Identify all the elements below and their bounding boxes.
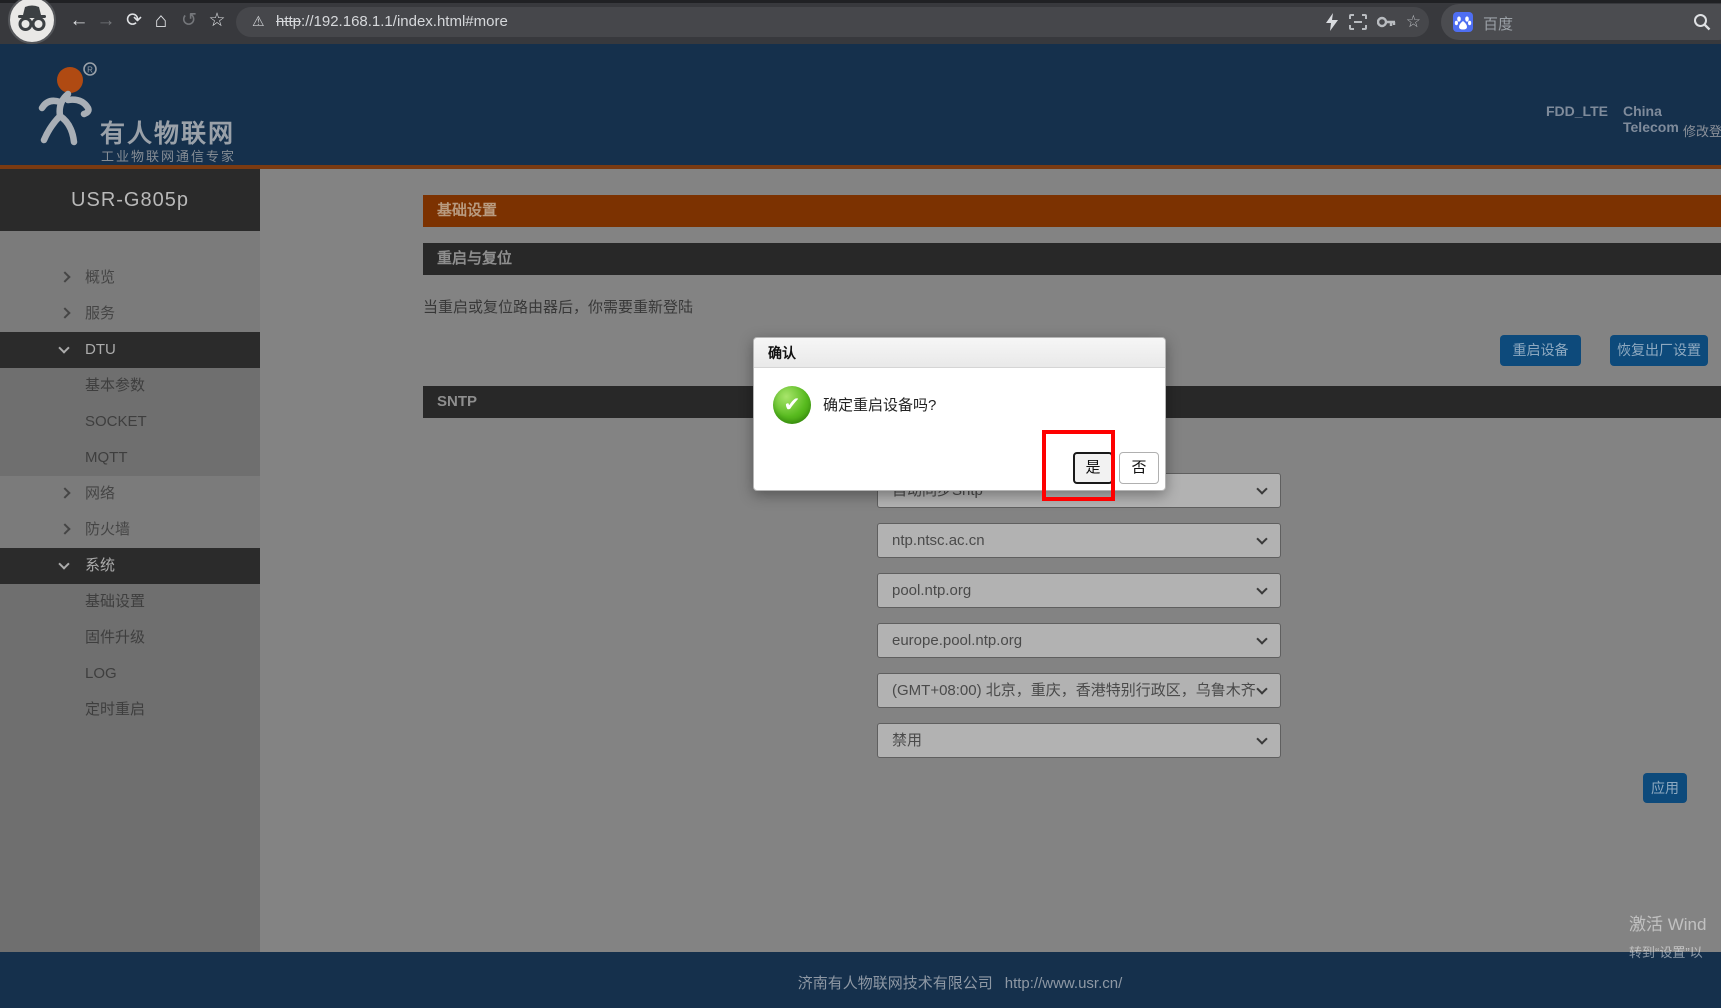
address-bar[interactable]: ⚠ http://192.168.1.1/index.html#more ☆ <box>236 7 1429 37</box>
sidebar-item-firmware-upgrade[interactable]: 固件升级 <box>0 620 260 656</box>
chevron-down-icon <box>1256 733 1268 745</box>
forward-button[interactable]: → <box>93 8 119 34</box>
chevron-right-icon <box>59 523 71 535</box>
history-button[interactable]: ↺ <box>176 8 202 34</box>
sidebar-item-system[interactable]: 系统 <box>0 548 260 584</box>
incognito-icon <box>18 5 46 31</box>
browser-toolbar: ← → ⟳ ⌂ ↺ ☆ ⚠ http://192.168.1.1/index.h… <box>0 0 1721 44</box>
reboot-section-header: 重启与复位 <box>423 243 1721 275</box>
chevron-down-icon <box>58 558 70 570</box>
sntp-server3-select[interactable]: europe.pool.ntp.org <box>877 623 1281 658</box>
footer-website[interactable]: http://www.usr.cn/ <box>1005 975 1123 992</box>
chevron-right-icon <box>59 307 71 319</box>
reboot-device-button[interactable]: 重启设备 <box>1500 335 1581 366</box>
sidebar-item-network[interactable]: 网络 <box>0 476 260 512</box>
search-engine-label: 百度 <box>1483 16 1514 33</box>
chevron-right-icon <box>59 487 71 499</box>
sidebar-item-dtu[interactable]: DTU <box>0 332 260 368</box>
dst-select[interactable]: 禁用 <box>877 723 1281 758</box>
sidebar-item-services[interactable]: 服务 <box>0 296 260 332</box>
footer: 济南有人物联网技术有限公司 http://www.usr.cn/ <box>0 952 1721 1008</box>
sidebar-item-socket[interactable]: SOCKET <box>0 404 260 440</box>
dialog-no-button[interactable]: 否 <box>1119 452 1159 484</box>
lightning-icon[interactable] <box>1325 13 1339 31</box>
chevron-down-icon <box>1256 633 1268 645</box>
brand-name: 有人物联网 <box>100 120 236 148</box>
url-text[interactable]: http://192.168.1.1/index.html#more <box>276 13 508 30</box>
brand-slogan: 工业物联网通信专家 <box>101 149 237 164</box>
sidebar-gap <box>0 231 260 260</box>
baidu-logo-icon <box>1453 12 1473 32</box>
sidebar-nav: USR-G805p 概览 服务 DTU 基本参数 SOCKET MQTT 网络 … <box>0 169 260 952</box>
back-button[interactable]: ← <box>66 8 92 34</box>
factory-reset-button[interactable]: 恢复出厂设置 <box>1610 335 1708 366</box>
field-label: SNTP 服务器1* <box>1645 523 1721 558</box>
network-type-label: FDD_LTE <box>1546 103 1608 119</box>
field-label: 时区 <box>1645 673 1721 708</box>
sidebar-item-firewall[interactable]: 防火墙 <box>0 512 260 548</box>
field-label: SNTP 服务器3* <box>1645 623 1721 658</box>
chevron-down-icon <box>58 342 70 354</box>
chevron-right-icon <box>59 271 71 283</box>
footer-company: 济南有人物联网技术有限公司 <box>797 975 993 992</box>
window-top-edge <box>0 0 1721 3</box>
page-title-bar: 基础设置 <box>423 195 1721 227</box>
chevron-down-icon <box>1256 533 1268 545</box>
usr-logo: R <box>38 62 97 146</box>
reboot-description: 当重启或复位路由器后，你需要重新登陆 <box>423 299 694 316</box>
sidebar-item-scheduled-reboot[interactable]: 定时重启 <box>0 692 260 728</box>
dialog-title: 确认 <box>754 338 1165 368</box>
windows-activation-watermark: 激活 Wind 转到“设置”以 <box>1629 915 1707 960</box>
field-label: 夏时制 <box>1645 723 1721 758</box>
sidebar-item-mqtt[interactable]: MQTT <box>0 440 260 476</box>
reader-mode-icon[interactable] <box>1348 14 1367 30</box>
sidebar-item-basic-params[interactable]: 基本参数 <box>0 368 260 404</box>
apply-button[interactable]: 应用 <box>1643 773 1687 803</box>
field-label: SNTP 服务器2* <box>1645 573 1721 608</box>
search-icon[interactable] <box>1693 13 1711 31</box>
form-row-sntp-server1: SNTP 服务器1* ntp.ntsc.ac.cn <box>260 523 1360 558</box>
chevron-down-icon <box>1256 683 1268 695</box>
bookmark-star-button[interactable]: ☆ <box>204 8 230 34</box>
success-check-icon: ✔ <box>773 386 811 424</box>
url-rest: ://192.168.1.1/index.html#more <box>301 13 508 30</box>
sntp-server1-select[interactable]: ntp.ntsc.ac.cn <box>877 523 1281 558</box>
dialog-message: 确定重启设备吗? <box>823 397 937 414</box>
url-scheme: http <box>276 13 302 30</box>
home-button[interactable]: ⌂ <box>148 8 174 34</box>
change-password-link[interactable]: 修改登 <box>1683 121 1721 140</box>
field-label: 时间设置模式 <box>1645 473 1721 508</box>
sidebar-item-overview[interactable]: 概览 <box>0 260 260 296</box>
not-secure-warning-icon[interactable]: ⚠ <box>252 13 265 30</box>
search-input[interactable]: 百度 <box>1441 4 1721 40</box>
form-row-sntp-server3: SNTP 服务器3* europe.pool.ntp.org <box>260 623 1360 658</box>
sidebar-item-basic-settings[interactable]: 基础设置 <box>0 584 260 620</box>
incognito-avatar[interactable] <box>8 0 56 44</box>
sidebar-item-log[interactable]: LOG <box>0 656 260 692</box>
chevron-down-icon <box>1256 483 1268 495</box>
form-row-sntp-server2: SNTP 服务器2* pool.ntp.org <box>260 573 1360 608</box>
form-row-timezone: 时区 (GMT+08:00) 北京，重庆，香港特别行政区，乌鲁木齐 <box>260 673 1360 708</box>
form-row-dst: 夏时制 禁用 <box>260 723 1360 758</box>
annotation-highlight-box <box>1042 430 1115 501</box>
site-header: R 有人物联网 工业物联网通信专家 FDD_LTE China Telecom … <box>0 44 1721 165</box>
page-title: 基础设置 <box>437 202 498 219</box>
password-key-icon[interactable] <box>1376 16 1396 28</box>
svg-text:R: R <box>87 66 93 75</box>
reload-button[interactable]: ⟳ <box>121 8 147 34</box>
timezone-select[interactable]: (GMT+08:00) 北京，重庆，香港特别行政区，乌鲁木齐 <box>877 673 1281 708</box>
chevron-down-icon <box>1256 583 1268 595</box>
sntp-server2-select[interactable]: pool.ntp.org <box>877 573 1281 608</box>
device-name: USR-G805p <box>0 169 260 231</box>
bookmark-page-icon[interactable]: ☆ <box>1406 10 1421 34</box>
